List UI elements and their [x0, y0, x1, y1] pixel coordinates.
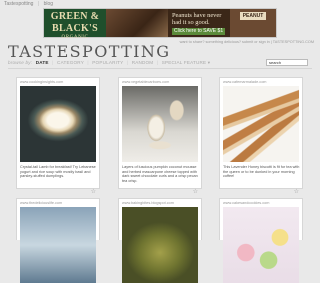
post-card[interactable]: www.cookinginsights.com Crystal-tail Lam…	[16, 77, 100, 195]
post-source-link[interactable]: www.vegetablecarboes.com	[119, 78, 201, 85]
ad-brand-line3: ORGANIC	[61, 35, 89, 40]
site-logo[interactable]: TASTESPOTTING	[8, 42, 170, 61]
post-source-link[interactable]: www.cafemarmalade.com	[220, 78, 302, 85]
post-caption: Crystal-tail Lamb for breakfast! Try Leb…	[20, 165, 96, 179]
post-source-link[interactable]: www.thedeliciouslife.com	[17, 199, 99, 206]
blog-link[interactable]: blog	[44, 1, 53, 7]
advertisement-banner[interactable]: GREEN & BLACK'S ORGANIC Peanuts have nev…	[43, 8, 277, 40]
header-divider	[8, 68, 312, 69]
post-photo[interactable]	[20, 86, 96, 162]
post-card[interactable]: www.vegetablecarboes.com Layers of lusci…	[118, 77, 202, 195]
browse-label: browse by:	[8, 60, 33, 65]
browse-popularity[interactable]: POPULARITY	[92, 60, 123, 65]
post-card[interactable]: www.cafemarmalade.com This Lavender Hone…	[219, 77, 303, 195]
browse-divider: |	[52, 60, 54, 65]
post-card[interactable]: www.cakesandcookies.com	[219, 198, 303, 283]
favorite-star-icon[interactable]: ☆	[193, 188, 198, 195]
browse-date[interactable]: DATE	[36, 60, 49, 65]
ad-image	[106, 9, 168, 37]
site-link[interactable]: Tastespotting	[4, 1, 33, 7]
post-photo[interactable]	[223, 86, 299, 162]
ad-brand-line1: GREEN &	[50, 11, 100, 22]
ad-brand-line2: BLACK'S	[51, 23, 98, 34]
ad-brand-logo: GREEN & BLACK'S ORGANIC	[44, 9, 106, 40]
favorite-star-icon[interactable]: ☆	[91, 188, 96, 195]
ad-cta-button[interactable]: Click here to SAVE $1	[172, 28, 226, 35]
nav-separator: |	[37, 1, 40, 7]
account-links[interactable]: want to share? something delicious? subm…	[180, 40, 314, 44]
post-photo[interactable]	[122, 207, 198, 283]
post-card[interactable]: www.thedeliciouslife.com	[16, 198, 100, 283]
post-photo[interactable]	[20, 207, 96, 283]
browse-special-feature[interactable]: SPECIAL FEATURE ▾	[162, 60, 211, 65]
post-card[interactable]: www.bakingbites.blogspot.com	[118, 198, 202, 283]
browse-random[interactable]: RANDOM	[132, 60, 154, 65]
post-source-link[interactable]: www.cookinginsights.com	[17, 78, 99, 85]
ad-headline: Peanuts have never had it so good.	[172, 12, 222, 26]
post-caption: This Lavender Honey biscotti is fit for …	[223, 165, 300, 179]
ad-product-image: PEANUT	[230, 9, 276, 37]
ad-copy: Peanuts have never had it so good. Click…	[168, 9, 230, 37]
post-source-link[interactable]: www.bakingbites.blogspot.com	[119, 199, 201, 206]
browse-divider: |	[87, 60, 89, 65]
browse-category[interactable]: CATEGORY	[57, 60, 84, 65]
favorite-star-icon[interactable]: ☆	[294, 188, 299, 195]
browse-divider: |	[156, 60, 159, 65]
post-photo[interactable]	[122, 86, 198, 162]
search-input[interactable]: search	[266, 59, 308, 66]
post-caption: Layers of luscious pumpkin coconut mouss…	[122, 165, 198, 183]
ad-product-label: PEANUT	[239, 12, 267, 20]
browse-bar: browse by: DATE | CATEGORY | POPULARITY …	[8, 60, 210, 66]
top-navigation: Tastespotting | blog	[4, 1, 56, 7]
browse-divider: |	[126, 60, 129, 65]
post-photo[interactable]	[223, 207, 299, 283]
post-source-link[interactable]: www.cakesandcookies.com	[220, 199, 302, 206]
